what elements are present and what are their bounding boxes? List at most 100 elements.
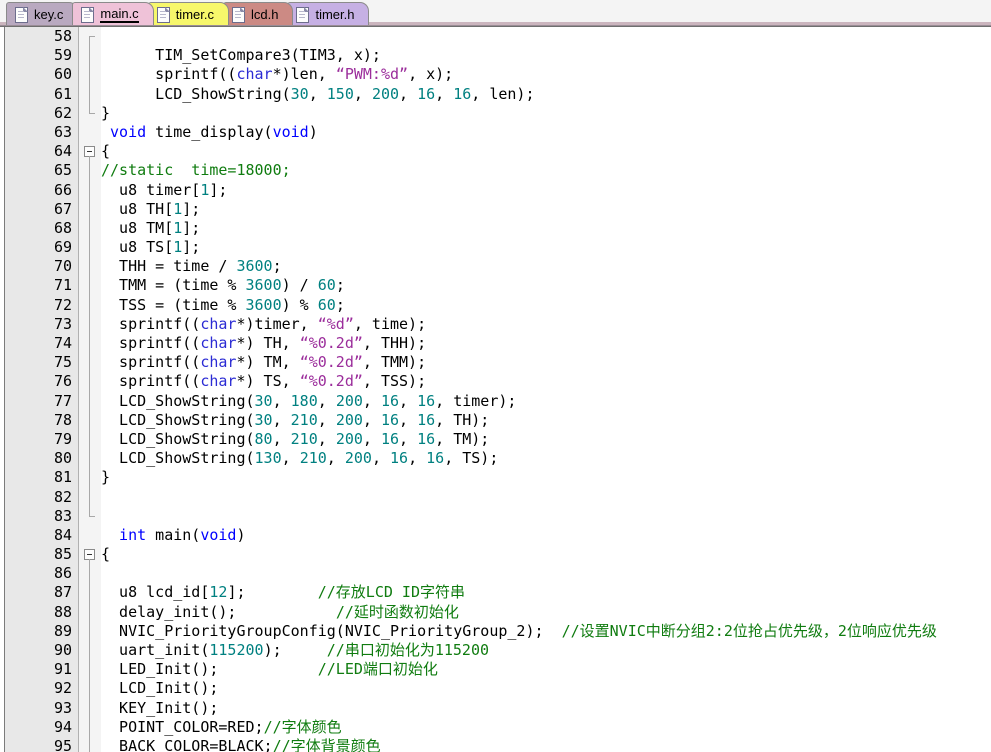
code-line[interactable] [101,27,991,46]
fold-marker[interactable] [79,545,101,566]
code-token-plain: , TMM); [362,353,427,372]
code-token-str: “%d” [317,314,354,333]
editor-tab-key-c[interactable]: key.c [6,2,79,25]
code-token-plain: ]; [209,180,228,199]
code-line[interactable]: POINT_COLOR=RED;//字体颜色 [101,718,991,737]
code-line[interactable]: { [101,142,991,161]
code-line[interactable]: } [101,468,991,487]
code-token-plain: u8 TH[ [101,199,174,218]
fold-marker [79,698,101,718]
fold-marker [79,276,101,296]
fold-marker [79,257,101,277]
code-line[interactable]: delay_init(); //延时函数初始化 [101,603,991,622]
code-token-plain: ]; [227,583,318,602]
code-folding-column[interactable] [79,27,101,752]
code-line[interactable]: } [101,104,991,123]
fold-marker [79,429,101,450]
line-number: 61 [53,84,72,103]
code-token-plain: POINT_COLOR=RED; [101,717,264,736]
fold-marker [79,314,101,334]
file-icon [81,6,95,23]
code-token-num-lit: 16 [380,410,400,429]
code-token-plain: KEY_Init(); [101,698,219,717]
code-line[interactable]: THH = time / 3600; [101,257,991,276]
fold-marker [79,506,101,526]
code-line[interactable]: LCD_ShowString(80, 210, 200, 16, 16, TM)… [101,430,991,449]
code-line[interactable]: LED_Init(); //LED端口初始化 [101,660,991,679]
code-token-plain: *)timer, [236,314,318,333]
code-line[interactable]: BACK_COLOR=BLACK;//字体背景颜色 [101,737,991,752]
fold-marker [79,410,101,430]
code-line[interactable]: LCD_ShowString(130, 210, 200, 16, 16, TS… [101,449,991,468]
code-line[interactable]: TMM = (time % 3600) / 60; [101,276,991,295]
fold-marker[interactable] [79,142,101,163]
code-token-cmt: //LED端口初始化 [317,660,438,679]
line-number: 90 [53,641,72,659]
code-line[interactable]: u8 TS[1]; [101,238,991,257]
line-number: 76 [53,372,72,391]
code-line[interactable]: LCD_ShowString(30, 210, 200, 16, 16, TH)… [101,411,991,430]
code-token-plain: , TSS); [362,372,427,391]
code-line[interactable]: sprintf((char*)len, “PWM:%d”, x); [101,65,991,84]
line-number: 77 [53,391,72,410]
fold-marker [79,468,101,488]
breakpoint-marker-column[interactable] [5,27,33,752]
code-token-num-lit: 200 [371,84,400,103]
code-line[interactable]: { [101,545,991,564]
code-token-plain: , [399,429,418,448]
file-icon [296,6,310,23]
line-number: 70 [53,257,72,276]
code-line[interactable]: LCD_ShowString(30, 180, 200, 16, 16, tim… [101,392,991,411]
code-line[interactable]: sprintf((char*) TM, “%0.2d”, TMM); [101,353,991,372]
code-line[interactable]: sprintf((char*) TH, “%0.2d”, THH); [101,334,991,353]
code-token-plain: , TM); [435,429,490,448]
code-text-area[interactable]: TIM_SetCompare3(TIM3, x); sprintf((char*… [101,27,991,752]
code-line[interactable]: void time_display(void) [101,123,991,142]
code-line[interactable]: TSS = (time % 3600) % 60; [101,296,991,315]
code-line[interactable]: sprintf((char*)timer, “%d”, time); [101,315,991,334]
code-token-num-lit: 180 [290,391,318,410]
line-number: 74 [53,334,72,352]
code-line[interactable] [101,488,991,507]
code-token-num-lit: 1 [173,218,183,237]
fold-marker [79,602,101,622]
code-editor[interactable]: 58 59 60 61 62 63 64 65 66 67 68 69 70 71 72 73 74 75 76 77… [0,26,991,752]
code-line[interactable]: int main(void) [101,526,991,545]
code-token-plain: ; [272,257,282,276]
code-line[interactable] [101,507,991,526]
fold-marker [79,27,101,47]
code-line[interactable]: uart_init(115200); //串口初始化为115200 [101,641,991,660]
code-token-num-lit: 200 [335,410,363,429]
code-token-plain: , [281,449,300,468]
code-line[interactable]: LCD_ShowString(30, 150, 200, 16, 16, len… [101,85,991,104]
code-line[interactable]: TIM_SetCompare3(TIM3, x); [101,46,991,65]
line-number: 87 [53,583,72,602]
code-token-num-lit: 16 [380,391,400,410]
code-token-num-lit: 16 [417,391,436,410]
fold-marker [79,161,101,181]
code-token-num-lit: 16 [417,84,436,103]
code-line[interactable]: sprintf((char*) TS, “%0.2d”, TSS); [101,372,991,391]
editor-tab-main-c[interactable]: main.c [72,2,154,25]
editor-tab-label: key.c [34,6,64,22]
code-line[interactable]: KEY_Init(); [101,699,991,718]
code-token-plain: LED_Init(); [101,660,318,679]
code-token-num-lit: 60 [317,295,336,314]
code-token-plain: ) % [281,295,318,314]
editor-tab-lcd-h[interactable]: lcd.h [222,2,294,25]
code-line[interactable]: u8 TM[1]; [101,219,991,238]
line-number: 64 [53,142,72,161]
code-line[interactable]: //static time=18000; [101,161,991,180]
editor-tab-timer-h[interactable]: timer.h [287,2,370,25]
editor-tab-label: timer.h [315,6,355,22]
code-token-plain: , [362,429,381,448]
code-line[interactable] [101,564,991,583]
editor-tab-timer-c[interactable]: timer.c [147,2,229,25]
code-line[interactable]: LCD_Init(); [101,679,991,698]
code-line[interactable]: u8 timer[1]; [101,181,991,200]
code-line[interactable]: NVIC_PriorityGroupConfig(NVIC_PriorityGr… [101,622,991,641]
code-token-plain: LCD_Init(); [101,679,219,698]
code-token-ty: char [200,353,237,372]
code-line[interactable]: u8 TH[1]; [101,200,991,219]
code-line[interactable]: u8 lcd_id[12]; //存放LCD ID字符串 [101,583,991,602]
